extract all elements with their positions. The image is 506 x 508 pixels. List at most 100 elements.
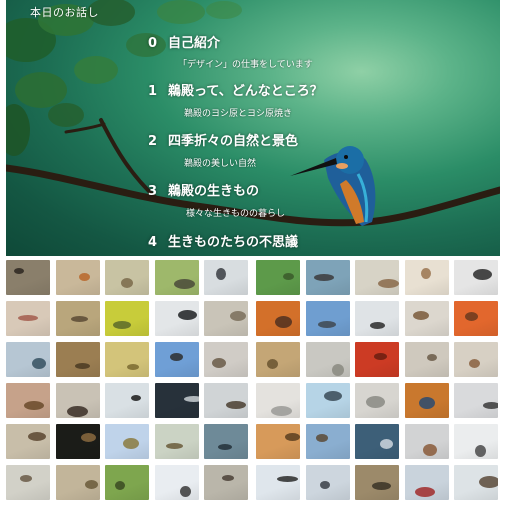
photo-thumbnail[interactable] bbox=[404, 260, 449, 295]
bird-silhouette bbox=[66, 406, 88, 417]
photo-thumbnail[interactable] bbox=[105, 260, 150, 295]
photo-thumbnail[interactable] bbox=[6, 260, 50, 295]
photo-thumbnail[interactable] bbox=[6, 424, 50, 459]
bird-silhouette bbox=[218, 444, 233, 450]
photo-thumbnail[interactable] bbox=[355, 342, 400, 377]
photo-thumbnail[interactable] bbox=[355, 424, 400, 459]
bird-silhouette bbox=[78, 273, 90, 281]
bird-silhouette bbox=[422, 444, 437, 456]
photo-thumbnail[interactable] bbox=[305, 424, 350, 459]
agenda-number: 1 bbox=[148, 84, 158, 99]
photo-thumbnail[interactable] bbox=[154, 424, 199, 459]
agenda-item-4: 4 生きものたちの不思議 bbox=[148, 231, 298, 250]
photo-thumbnail[interactable] bbox=[154, 342, 199, 377]
photo-thumbnail[interactable] bbox=[55, 424, 100, 459]
agenda-number: 3 bbox=[148, 184, 158, 199]
agenda-subtitle-1: 鵜殿のヨシ原とヨシ原焼き bbox=[184, 109, 293, 119]
agenda-heading-text: 鵜殿って、どんなところ？ bbox=[168, 84, 323, 99]
bird-silhouette bbox=[123, 438, 140, 449]
photo-thumbnail[interactable] bbox=[204, 301, 249, 336]
photo-thumbnail[interactable] bbox=[55, 342, 100, 377]
photo-thumbnail[interactable] bbox=[305, 465, 350, 500]
photo-thumbnail[interactable] bbox=[105, 424, 150, 459]
photo-thumbnail[interactable] bbox=[454, 301, 499, 336]
photo-thumbnail[interactable] bbox=[256, 342, 300, 377]
photo-thumbnail[interactable] bbox=[6, 383, 50, 418]
bird-silhouette bbox=[315, 434, 328, 442]
bird-silhouette bbox=[131, 395, 142, 401]
photo-thumbnail[interactable] bbox=[55, 465, 100, 500]
bird-silhouette bbox=[115, 481, 126, 490]
photo-thumbnail[interactable] bbox=[256, 301, 300, 336]
photo-thumbnail[interactable] bbox=[204, 342, 249, 377]
photo-thumbnail[interactable] bbox=[355, 301, 400, 336]
photo-thumbnail[interactable] bbox=[454, 260, 499, 295]
photo-thumbnail[interactable] bbox=[256, 383, 300, 418]
bird-silhouette bbox=[331, 364, 344, 376]
photo-thumbnail[interactable] bbox=[55, 301, 100, 336]
agenda-heading-text: 鵜殿の生きもの bbox=[168, 184, 260, 199]
photo-thumbnail[interactable] bbox=[105, 301, 150, 336]
photo-thumbnail[interactable] bbox=[404, 301, 449, 336]
bird-silhouette bbox=[177, 310, 197, 320]
agenda-subtitle-3: 様々な生きものの暮らし bbox=[186, 209, 286, 219]
bird-silhouette bbox=[469, 359, 481, 368]
bird-silhouette bbox=[283, 273, 294, 280]
photo-thumbnail[interactable] bbox=[305, 342, 350, 377]
photo-thumbnail[interactable] bbox=[204, 383, 249, 418]
photo-thumbnail[interactable] bbox=[6, 465, 50, 500]
photo-thumbnail[interactable] bbox=[154, 383, 199, 418]
photo-thumbnail[interactable] bbox=[454, 424, 499, 459]
agenda-heading-text: 生きものたちの不思議 bbox=[168, 235, 299, 250]
photo-thumbnail[interactable] bbox=[404, 424, 449, 459]
bird-silhouette bbox=[465, 312, 479, 321]
photo-thumbnail[interactable] bbox=[256, 260, 300, 295]
photo-thumbnail[interactable] bbox=[204, 465, 249, 500]
photo-thumbnail[interactable] bbox=[256, 424, 300, 459]
photo-thumbnail[interactable] bbox=[204, 260, 249, 295]
photo-thumbnail[interactable] bbox=[256, 465, 300, 500]
photo-thumbnail[interactable] bbox=[55, 260, 100, 295]
photo-thumbnail[interactable] bbox=[305, 383, 350, 418]
photo-thumbnail[interactable] bbox=[305, 260, 350, 295]
photo-thumbnail[interactable] bbox=[6, 301, 50, 336]
photo-thumbnail[interactable] bbox=[454, 342, 499, 377]
photo-thumbnail[interactable] bbox=[6, 342, 50, 377]
agenda-item-2: 2 四季折々の自然と景色 bbox=[148, 130, 298, 149]
bird-silhouette bbox=[230, 311, 247, 321]
photo-thumbnail[interactable] bbox=[105, 465, 150, 500]
photo-thumbnail[interactable] bbox=[355, 260, 400, 295]
bird-silhouette bbox=[212, 358, 227, 368]
bird-silhouette bbox=[18, 315, 38, 321]
photo-thumbnail[interactable] bbox=[454, 383, 499, 418]
bird-silhouette bbox=[70, 316, 88, 322]
photo-thumbnail[interactable] bbox=[404, 465, 449, 500]
bird-silhouette bbox=[271, 406, 292, 416]
bird-silhouette bbox=[366, 396, 386, 408]
bird-silhouette bbox=[179, 486, 191, 497]
bird-silhouette bbox=[14, 268, 24, 274]
bird-silhouette bbox=[372, 482, 392, 490]
bird-silhouette bbox=[32, 358, 46, 369]
photo-thumbnail[interactable] bbox=[404, 383, 449, 418]
grid-divider bbox=[253, 260, 255, 506]
slide-page: 本日のお話し 0 自己紹介 「デザイン」の仕事をしています 1 鵜殿って、どんなとこ… bbox=[0, 0, 506, 508]
photo-thumbnail[interactable] bbox=[454, 465, 499, 500]
photo-thumbnail[interactable] bbox=[204, 424, 249, 459]
bird-silhouette bbox=[216, 268, 227, 280]
photo-thumbnail[interactable] bbox=[154, 465, 199, 500]
agenda-number: 4 bbox=[148, 235, 158, 250]
photo-thumbnail[interactable] bbox=[404, 342, 449, 377]
photo-thumbnail[interactable] bbox=[355, 383, 400, 418]
photo-thumbnail[interactable] bbox=[355, 465, 400, 500]
bird-silhouette bbox=[378, 279, 400, 288]
photo-thumbnail[interactable] bbox=[305, 301, 350, 336]
photo-thumbnail[interactable] bbox=[105, 342, 150, 377]
photo-thumbnail[interactable] bbox=[154, 301, 199, 336]
bird-silhouette bbox=[222, 475, 235, 481]
photo-thumbnail[interactable] bbox=[105, 383, 150, 418]
agenda-heading-text: 自己紹介 bbox=[168, 36, 221, 51]
photo-thumbnail[interactable] bbox=[154, 260, 199, 295]
photo-thumbnail[interactable] bbox=[55, 383, 100, 418]
bird-silhouette bbox=[323, 391, 342, 401]
